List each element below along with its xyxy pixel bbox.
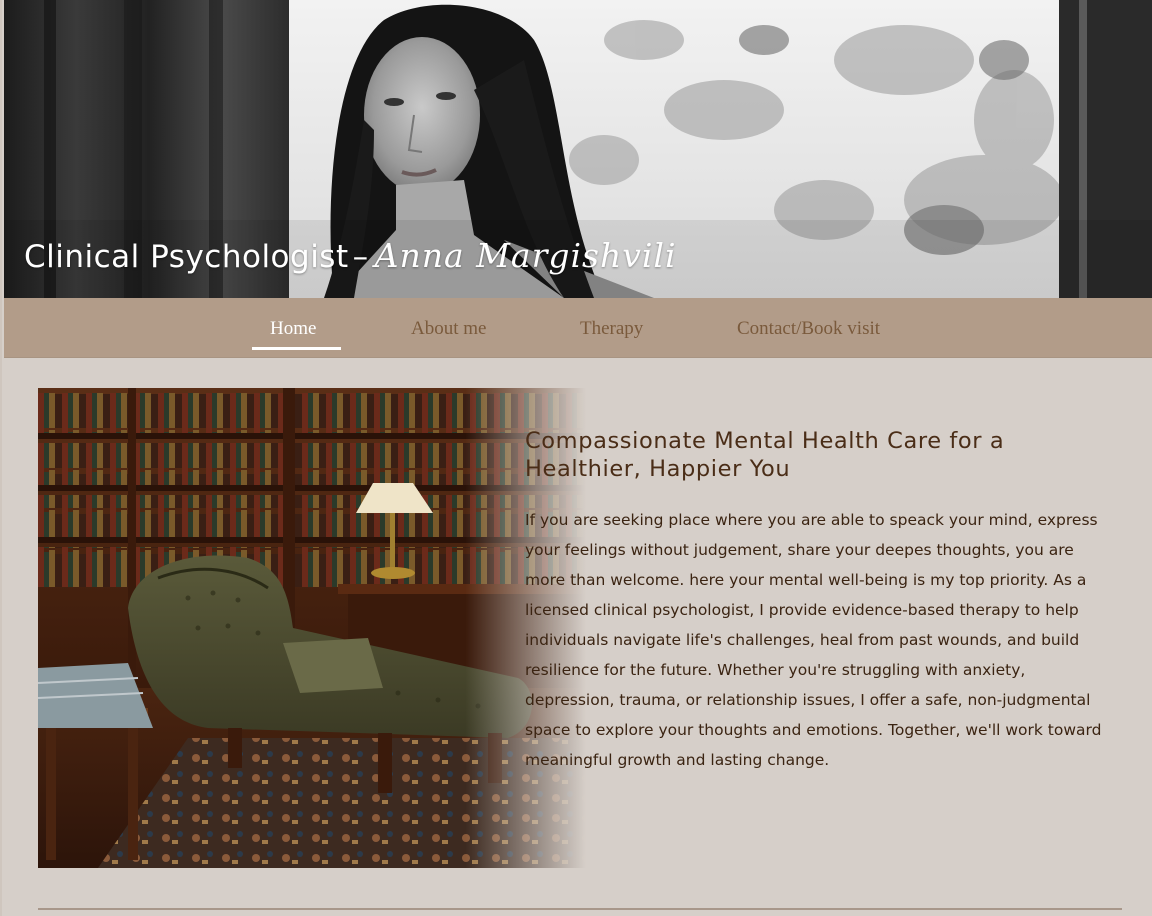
hero-title: Clinical Psychologist – Anna Margishvili (24, 236, 677, 275)
nav-active-underline (252, 347, 341, 350)
section-divider (38, 908, 1122, 910)
hero-title-text: Clinical Psychologist (24, 239, 349, 275)
hero-title-dash: – (352, 239, 369, 275)
therapy-office-illustration (38, 388, 586, 868)
therapy-office-image (38, 388, 586, 868)
main-nav: Home About me Therapy Contact/Book visit (4, 298, 1152, 358)
nav-item-contact-book-visit[interactable]: Contact/Book visit (737, 318, 880, 340)
hero-banner: Clinical Psychologist – Anna Margishvili (4, 0, 1152, 298)
page: Clinical Psychologist – Anna Margishvili H… (0, 0, 1152, 916)
nav-item-about-me[interactable]: About me (411, 318, 486, 340)
nav-item-home[interactable]: Home (270, 318, 316, 340)
intro-paragraph: If you are seeking place where you are a… (525, 511, 1102, 769)
hero-name: Anna Margishvili (374, 236, 677, 275)
nav-item-therapy[interactable]: Therapy (580, 318, 643, 340)
page-headline: Compassionate Mental Health Care for a H… (525, 428, 1005, 482)
